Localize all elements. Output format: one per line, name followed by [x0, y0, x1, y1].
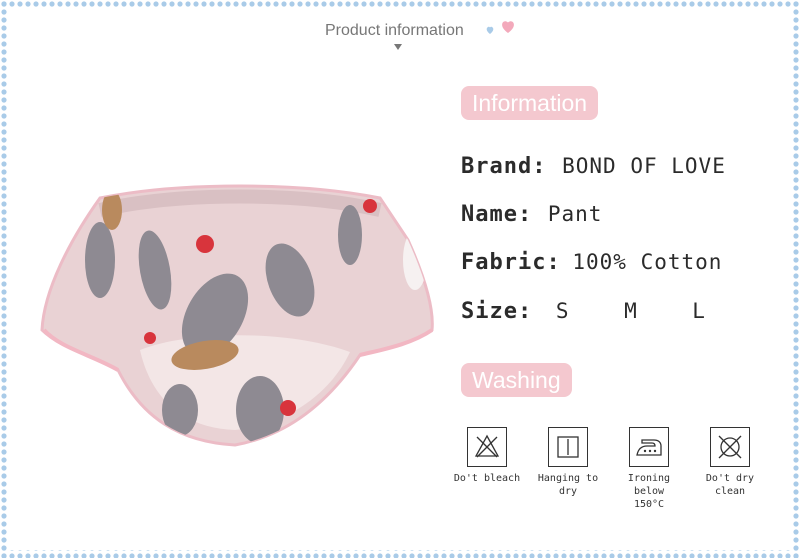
care-item-iron: Ironing below 150°C — [609, 427, 689, 511]
no-bleach-icon — [467, 427, 507, 467]
brand-row: Brand: BOND OF LOVE — [461, 154, 726, 179]
care-item-hang-dry: Hanging to dry — [528, 427, 608, 498]
hang-dry-caption: Hanging to dry — [537, 473, 599, 497]
fabric-row: Fabric: 100% Cotton — [461, 250, 722, 275]
hearts-icon — [486, 21, 514, 34]
hang-dry-icon — [548, 427, 588, 467]
iron-caption: Ironing below 150°C — [627, 473, 671, 510]
no-dry-clean-caption: Do't dry clean — [705, 473, 755, 497]
brand-value: BOND OF LOVE — [562, 154, 726, 178]
no-dry-clean-icon — [710, 427, 750, 467]
fabric-value: 100% Cotton — [572, 250, 723, 274]
name-value: Pant — [547, 202, 603, 226]
iron-icon — [629, 427, 669, 467]
name-row: Name: Pant — [461, 202, 602, 227]
brand-label: Brand: — [461, 154, 547, 179]
care-item-no-bleach: Do't bleach — [447, 427, 527, 485]
name-label: Name: — [461, 202, 533, 227]
size-value: S M L — [555, 299, 706, 323]
size-label: Size: — [461, 299, 533, 324]
care-item-no-dry-clean: Do't dry clean — [690, 427, 770, 498]
no-bleach-caption: Do't bleach — [453, 473, 521, 484]
washing-heading: Washing — [461, 363, 572, 397]
page-header-title: Product information — [325, 22, 464, 39]
information-heading: Information — [461, 86, 599, 120]
fabric-label: Fabric: — [461, 250, 561, 275]
product-image — [40, 184, 434, 447]
size-row: Size: S M L — [461, 299, 706, 324]
down-arrow-icon — [394, 44, 402, 50]
